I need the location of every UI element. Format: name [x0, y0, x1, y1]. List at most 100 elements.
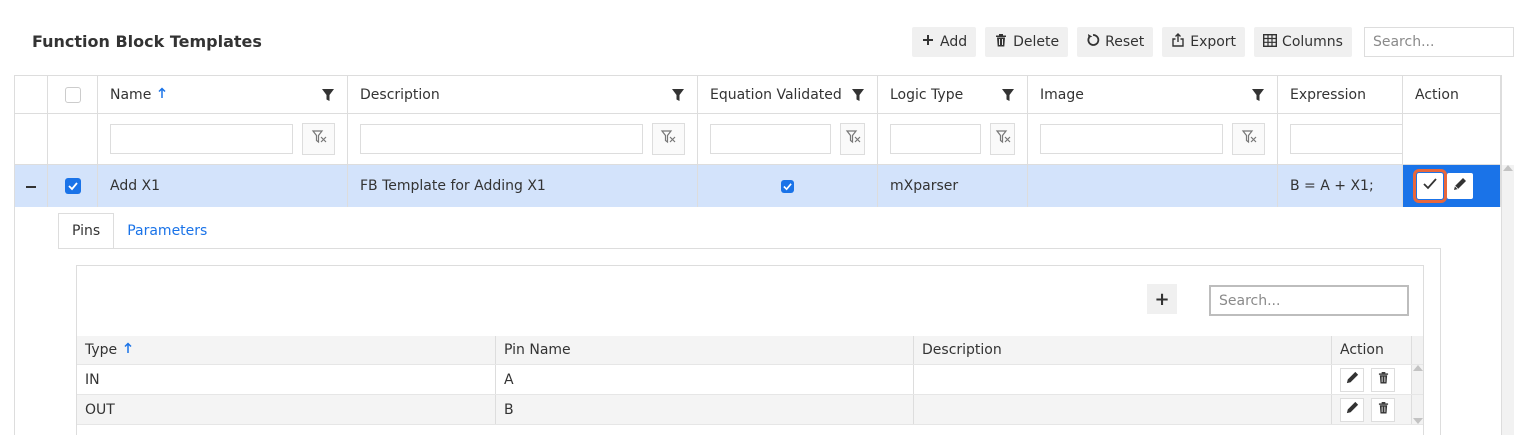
scroll-up-arrow-icon[interactable]: [1503, 165, 1513, 171]
pins-scrollbar-header: [1412, 336, 1423, 364]
collapse-icon[interactable]: [26, 177, 36, 196]
delete-button[interactable]: Delete: [985, 27, 1069, 57]
header-image[interactable]: Image: [1028, 76, 1278, 113]
image-filter-input[interactable]: [1040, 124, 1224, 154]
cell-type: IN: [77, 365, 496, 394]
cell-equation-validated: [698, 165, 878, 207]
search-input[interactable]: [1363, 27, 1514, 57]
delete-pin-button[interactable]: [1371, 397, 1395, 422]
edit-pin-button[interactable]: [1340, 397, 1364, 422]
cell-image: [1028, 165, 1278, 207]
columns-button[interactable]: Columns: [1254, 27, 1352, 57]
header-pin-name[interactable]: Pin Name: [496, 336, 914, 364]
header-type-label: Type: [85, 342, 118, 358]
tab-parameters[interactable]: Parameters: [114, 213, 220, 249]
add-button[interactable]: Add: [912, 27, 977, 57]
clear-filter-button[interactable]: [1232, 123, 1265, 155]
filter-cell-equation-validated: [698, 114, 878, 164]
header-pin-description[interactable]: Description: [914, 336, 1332, 364]
cell-pin-name: B: [496, 395, 914, 424]
table-row[interactable]: OUT B: [77, 395, 1423, 425]
clear-filter-button[interactable]: [651, 123, 685, 155]
expression-filter-input[interactable]: [1290, 124, 1403, 154]
header-equation-validated-label: Equation Validated: [710, 86, 842, 103]
scroll-up-arrow-icon[interactable]: [1413, 365, 1423, 371]
edit-pin-button[interactable]: [1340, 367, 1364, 392]
pins-scrollbar[interactable]: [1412, 365, 1423, 394]
filter-icon[interactable]: [1251, 88, 1265, 102]
header-name[interactable]: Name: [98, 76, 348, 113]
filter-icon[interactable]: [671, 88, 685, 102]
columns-button-label: Columns: [1282, 34, 1343, 50]
filter-icon[interactable]: [321, 88, 335, 102]
delete-pin-button[interactable]: [1371, 367, 1395, 392]
clear-filter-icon: [845, 129, 861, 149]
add-pin-button[interactable]: +: [1147, 284, 1177, 314]
scroll-down-arrow-icon[interactable]: [1413, 418, 1423, 424]
plus-icon: [921, 34, 935, 50]
select-all-checkbox[interactable]: [64, 86, 81, 103]
clear-filter-button[interactable]: [302, 123, 335, 155]
name-filter-input[interactable]: [110, 124, 294, 154]
header-select-cell: [48, 76, 98, 113]
logic-type-filter-input[interactable]: [890, 124, 981, 154]
clear-filter-icon: [995, 129, 1011, 149]
edit-button[interactable]: [1447, 173, 1473, 199]
clear-filter-button[interactable]: [990, 123, 1015, 155]
clear-filter-icon: [660, 129, 676, 149]
cell-pin-name: A: [496, 365, 914, 394]
header-logic-type-label: Logic Type: [890, 86, 964, 103]
header-logic-type[interactable]: Logic Type: [878, 76, 1028, 113]
pencil-icon: [1452, 176, 1468, 196]
equation-validated-filter-input[interactable]: [710, 124, 831, 154]
panel-border: [1440, 248, 1441, 435]
add-button-label: Add: [940, 34, 968, 50]
cell-pin-description: [914, 365, 1332, 394]
clear-filter-icon: [311, 129, 327, 149]
cell-name: Add X1: [98, 165, 348, 207]
filter-icon[interactable]: [851, 88, 865, 102]
table-row[interactable]: Add X1 FB Template for Adding X1 mXparse…: [15, 165, 1501, 207]
description-filter-input[interactable]: [360, 124, 643, 154]
checkmark-icon: [1423, 178, 1437, 194]
cell-action: [1403, 165, 1501, 207]
cell-pin-action: [1332, 365, 1412, 394]
header-equation-validated[interactable]: Equation Validated: [698, 76, 878, 113]
tab-divider: [58, 248, 1441, 249]
grid-vertical-scrollbar[interactable]: [1502, 165, 1514, 435]
cell-pin-description: [914, 395, 1332, 424]
header-expression[interactable]: Expression: [1278, 76, 1403, 113]
trash-icon: [1378, 401, 1389, 418]
filter-expand-cell: [15, 114, 48, 164]
grid-filter-row: [15, 114, 1501, 165]
header-type[interactable]: Type: [77, 336, 496, 364]
header-expand-cell: [15, 76, 48, 113]
sort-asc-icon: [158, 86, 166, 103]
tab-pins[interactable]: Pins: [58, 213, 115, 249]
grid-header-row: Name Description Equation Validated Logi…: [15, 76, 1501, 114]
collapse-cell[interactable]: [15, 165, 48, 207]
export-button-label: Export: [1190, 34, 1237, 50]
header-action: Action: [1403, 76, 1501, 113]
filter-icon[interactable]: [1001, 88, 1015, 102]
header-image-label: Image: [1040, 86, 1084, 103]
pins-header-row: Type Pin Name Description Action: [77, 336, 1423, 365]
cell-type: OUT: [77, 395, 496, 424]
columns-icon: [1263, 33, 1278, 51]
pins-scrollbar[interactable]: [1412, 395, 1423, 424]
header-action-label: Action: [1415, 86, 1459, 103]
toolbar: Add Delete Reset Export Columns: [912, 27, 1514, 57]
export-icon: [1171, 33, 1185, 51]
header-pin-action: Action: [1332, 336, 1412, 364]
clear-filter-icon: [1241, 129, 1257, 149]
save-button[interactable]: [1413, 169, 1447, 203]
pins-search-input[interactable]: [1209, 285, 1409, 316]
sort-asc-icon: [124, 342, 132, 358]
table-row[interactable]: IN A: [77, 365, 1423, 395]
reset-button[interactable]: Reset: [1077, 27, 1154, 57]
export-button[interactable]: Export: [1162, 27, 1246, 57]
header-description[interactable]: Description: [348, 76, 698, 113]
clear-filter-button[interactable]: [840, 123, 865, 155]
row-checkbox[interactable]: [64, 178, 81, 194]
cell-description: FB Template for Adding X1: [348, 165, 698, 207]
